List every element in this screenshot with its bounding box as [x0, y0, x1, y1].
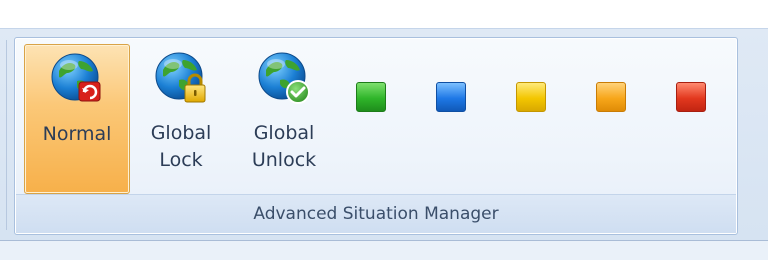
global-lock-button-label: Global Lock	[150, 122, 212, 171]
global-lock-button[interactable]: Global Lock	[134, 44, 228, 192]
orange-square-icon	[596, 82, 626, 112]
blue-status-button[interactable]	[436, 82, 466, 112]
ribbon-bottom-bar	[0, 240, 768, 260]
blue-square-icon	[436, 82, 466, 112]
global-unlock-button[interactable]: Global Unlock	[234, 44, 334, 192]
orange-status-button[interactable]	[596, 82, 626, 112]
normal-button[interactable]: Normal	[24, 44, 130, 194]
title-strip	[0, 0, 768, 28]
advanced-situation-manager-group: Normal Global Lock Global Unlock Advance…	[14, 37, 738, 235]
normal-button-label: Normal	[42, 123, 112, 145]
group-caption: Advanced Situation Manager	[16, 194, 736, 233]
green-square-icon	[356, 82, 386, 112]
global-unlock-button-label: Global Unlock	[251, 122, 317, 171]
globe-refresh-icon	[51, 53, 101, 102]
globe-lock-icon	[155, 52, 206, 103]
yellow-status-button[interactable]	[516, 82, 546, 112]
yellow-square-icon	[516, 82, 546, 112]
red-square-icon	[676, 82, 706, 112]
globe-check-icon	[258, 52, 310, 104]
green-status-button[interactable]	[356, 82, 386, 112]
red-status-button[interactable]	[676, 82, 706, 112]
ribbon-separator	[6, 40, 7, 230]
